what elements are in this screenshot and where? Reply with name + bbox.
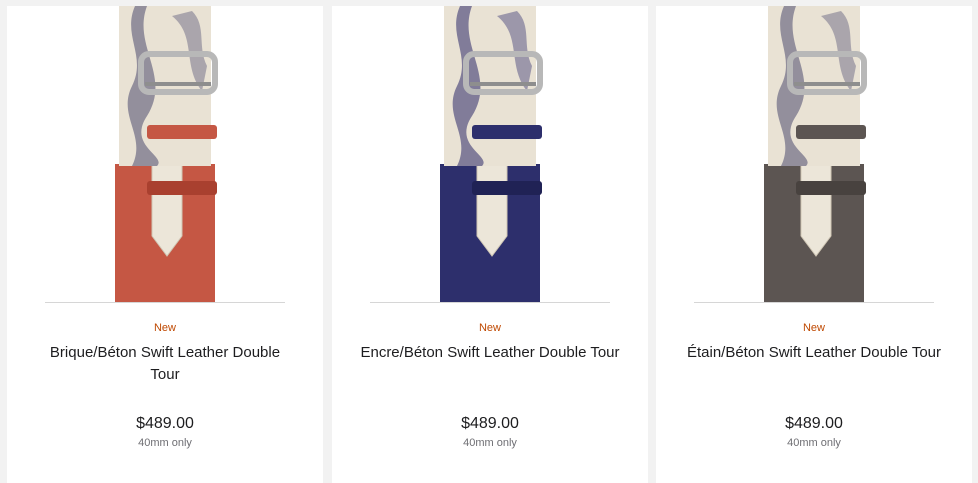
band-keeper-1 xyxy=(472,125,542,139)
new-badge: New xyxy=(153,322,176,334)
product-grid: New Brique/Béton Swift Leather Double To… xyxy=(0,0,978,483)
divider xyxy=(370,302,610,303)
product-image[interactable] xyxy=(656,6,972,303)
product-card-brique[interactable]: New Brique/Béton Swift Leather Double To… xyxy=(7,6,323,483)
size-note: 40mm only xyxy=(138,437,192,449)
watch-band-image xyxy=(115,6,218,303)
product-card-etain[interactable]: New Étain/Béton Swift Leather Double Tou… xyxy=(656,6,972,483)
new-badge: New xyxy=(802,322,825,334)
divider xyxy=(694,302,934,303)
product-title[interactable]: Étain/Béton Swift Leather Double Tour xyxy=(684,342,944,364)
buckle-bar xyxy=(470,82,536,86)
divider xyxy=(45,302,285,303)
buckle-bar xyxy=(145,82,211,86)
band-keeper-1 xyxy=(147,125,217,139)
product-image[interactable] xyxy=(7,6,323,303)
size-note: 40mm only xyxy=(463,437,517,449)
product-title[interactable]: Encre/Béton Swift Leather Double Tour xyxy=(360,342,620,364)
new-badge: New xyxy=(478,322,501,334)
product-price: $489.00 xyxy=(461,415,519,432)
band-keeper-1 xyxy=(796,125,866,139)
band-keeper-2 xyxy=(147,181,217,195)
product-title[interactable]: Brique/Béton Swift Leather Double Tour xyxy=(35,342,295,386)
watch-band-image xyxy=(764,6,867,303)
band-keeper-2 xyxy=(472,181,542,195)
buckle-bar xyxy=(794,82,860,86)
watch-band-image xyxy=(440,6,543,303)
size-note: 40mm only xyxy=(787,437,841,449)
product-price: $489.00 xyxy=(136,415,194,432)
product-image[interactable] xyxy=(332,6,648,303)
product-price: $489.00 xyxy=(785,415,843,432)
product-card-encre[interactable]: New Encre/Béton Swift Leather Double Tou… xyxy=(332,6,648,483)
band-keeper-2 xyxy=(796,181,866,195)
